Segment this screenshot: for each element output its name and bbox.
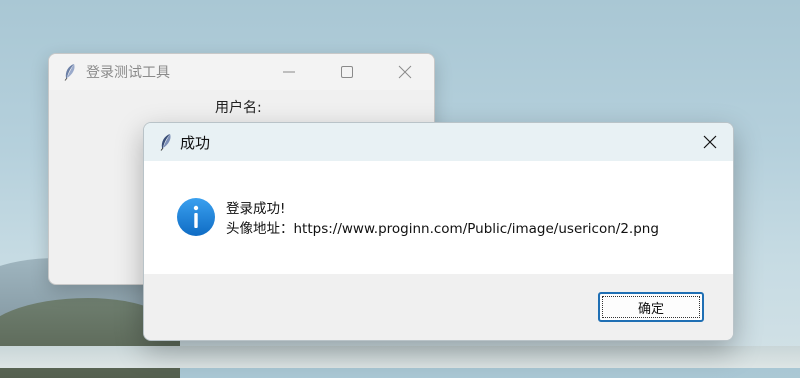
feather-icon [160, 134, 171, 151]
dialog-title: 成功 [180, 133, 211, 152]
window-title: 登录测试工具 [86, 65, 170, 81]
dialog-footer: 确定 [144, 274, 733, 340]
dialog-message: 登录成功! 头像地址：https://www.proginn.com/Publi… [226, 199, 659, 239]
minimize-icon [283, 71, 295, 73]
dialog-body: 登录成功! 头像地址：https://www.proginn.com/Publi… [144, 161, 733, 274]
dialog-close-button[interactable] [687, 123, 733, 161]
minimize-button[interactable] [260, 54, 318, 90]
close-icon [398, 65, 412, 79]
focus-ring [602, 296, 700, 318]
feather-icon [64, 64, 75, 81]
maximize-icon [341, 66, 353, 78]
success-dialog[interactable]: 成功 登录成功! 头像地址：https://www.proginn.com/Pu… [143, 122, 734, 341]
info-icon [177, 198, 215, 236]
close-button[interactable] [376, 54, 434, 90]
ok-button[interactable]: 确定 [598, 292, 704, 322]
message-line-2: 头像地址：https://www.proginn.com/Public/imag… [226, 221, 659, 237]
message-line-1: 登录成功! [226, 201, 286, 217]
dialog-titlebar[interactable]: 成功 [144, 123, 733, 161]
close-icon [703, 135, 717, 149]
wallpaper-ground [0, 346, 800, 368]
maximize-button[interactable] [318, 54, 376, 90]
window-titlebar[interactable]: 登录测试工具 [49, 54, 434, 90]
username-label: 用户名: [215, 100, 262, 116]
